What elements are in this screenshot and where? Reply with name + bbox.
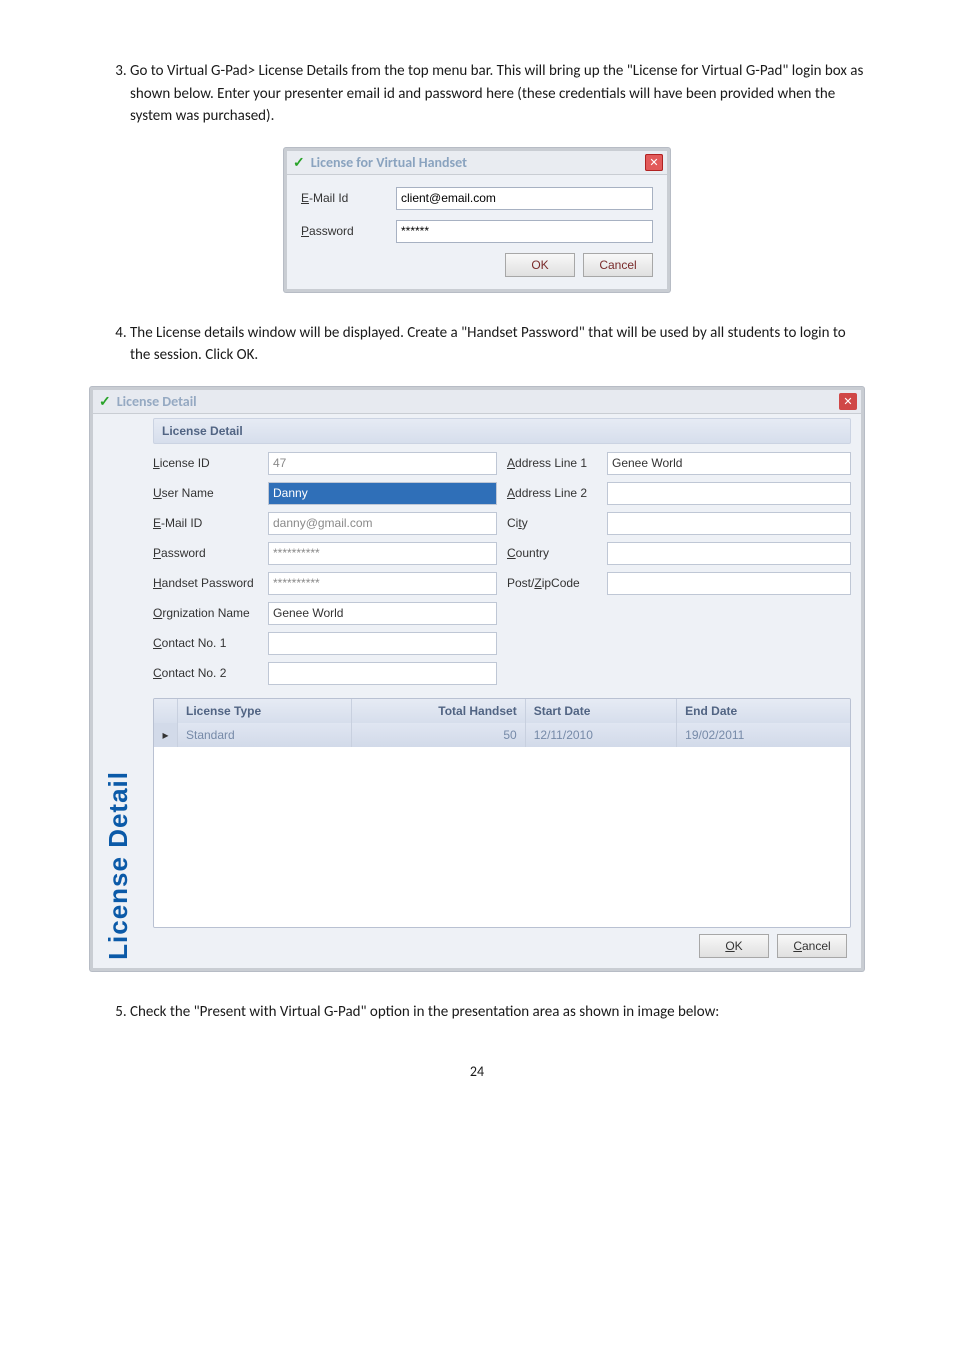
section-header: License Detail (153, 418, 851, 444)
cell-license-type: Standard (178, 723, 352, 747)
col-end-date[interactable]: End Date (677, 699, 850, 723)
ok-button[interactable]: OK (505, 253, 575, 277)
country-label: Country (507, 546, 607, 560)
contact2-label: Contact No. 2 (153, 666, 268, 680)
check-icon: ✓ (99, 393, 111, 410)
table-header: License Type Total Handset Start Date En… (154, 699, 850, 723)
cell-start-date: 12/11/2010 (526, 723, 677, 747)
addr1-input[interactable] (607, 452, 851, 475)
email-label: EE-Mail Id-Mail Id (301, 191, 396, 205)
country-input[interactable] (607, 542, 851, 565)
close-icon[interactable]: ✕ (839, 393, 857, 410)
doc-step-4: The License details window will be displ… (130, 322, 864, 367)
dialog-title: License Detail (117, 393, 197, 410)
org-name-label: Orgnization Name (153, 606, 268, 620)
password-label: Password (301, 224, 396, 238)
handset-password-input[interactable] (268, 572, 497, 595)
dialog-titlebar: ✓ License for Virtual Handset ✕ (287, 151, 667, 175)
table-row[interactable]: ▸ Standard 50 12/11/2010 19/02/2011 (154, 723, 850, 747)
table-empty-area (154, 747, 850, 927)
addr1-label: Address Line 1 (507, 456, 607, 470)
cell-end-date: 19/02/2011 (677, 723, 850, 747)
col-total-handset[interactable]: Total Handset (352, 699, 526, 723)
cancel-button[interactable]: Cancel (777, 934, 847, 958)
org-name-input[interactable] (268, 602, 497, 625)
row-marker-icon: ▸ (154, 723, 178, 747)
contact1-label: Contact No. 1 (153, 636, 268, 650)
password-input[interactable] (268, 542, 497, 565)
license-id-input[interactable] (268, 452, 497, 475)
addr2-label: Address Line 2 (507, 486, 607, 500)
dialog-titlebar: ✓ License Detail ✕ (93, 390, 861, 414)
col-start-date[interactable]: Start Date (526, 699, 677, 723)
user-name-input[interactable] (268, 482, 497, 505)
zip-label: Post/ZipCode (507, 576, 607, 590)
city-input[interactable] (607, 512, 851, 535)
contact1-input[interactable] (268, 632, 497, 655)
password-label: Password (153, 546, 268, 560)
col-license-type[interactable]: License Type (178, 699, 352, 723)
contact2-input[interactable] (268, 662, 497, 685)
license-id-label: License ID (153, 456, 268, 470)
page-number: 24 (90, 1063, 864, 1080)
check-icon: ✓ (293, 154, 305, 171)
license-virtual-handset-dialog: ✓ License for Virtual Handset ✕ EE-Mail … (284, 148, 670, 292)
password-input[interactable] (396, 220, 653, 243)
cancel-button[interactable]: Cancel (583, 253, 653, 277)
email-input[interactable] (396, 187, 653, 210)
email-label: E-Mail ID (153, 516, 268, 530)
license-table: License Type Total Handset Start Date En… (153, 698, 851, 928)
ok-button[interactable]: OK (699, 934, 769, 958)
email-input[interactable] (268, 512, 497, 535)
city-label: CCiity (507, 516, 607, 530)
license-detail-dialog: ✓ License Detail ✕ License Detail Licens… (90, 387, 864, 971)
user-name-label: User Name (153, 486, 268, 500)
handset-password-label: Handset Password (153, 576, 268, 590)
close-icon[interactable]: ✕ (645, 154, 663, 171)
cell-total-handset: 50 (352, 723, 526, 747)
side-label: License Detail (103, 771, 134, 960)
dialog-title: License for Virtual Handset (311, 154, 467, 171)
addr2-input[interactable] (607, 482, 851, 505)
zip-input[interactable] (607, 572, 851, 595)
doc-step-5: Check the "Present with Virtual G-Pad" o… (130, 1001, 864, 1024)
doc-step-3: Go to Virtual G-Pad> License Details fro… (130, 60, 864, 128)
